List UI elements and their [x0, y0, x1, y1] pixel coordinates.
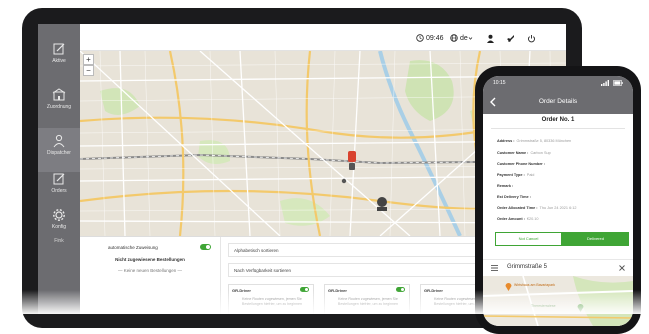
route-bar[interactable]: Grimmstraße 5	[483, 259, 633, 277]
sidebar-item-label: Orders	[51, 188, 67, 194]
power-button[interactable]	[527, 32, 536, 44]
sidebar-item-label: Dispatcher	[47, 150, 71, 156]
route-title: Grimmstraße 5	[507, 264, 548, 270]
zoom-out-button[interactable]: −	[83, 65, 94, 76]
close-icon[interactable]	[619, 265, 625, 271]
sidebar: Aktive Zuordnung Dispatcher Orders Konfi…	[38, 24, 80, 314]
field-label: Customer Phone Number :	[497, 162, 546, 166]
user-icon	[487, 34, 494, 43]
edit-icon	[53, 43, 65, 55]
field-payment: Payment Type : Paid	[497, 173, 534, 177]
field-value: Grimmstraße 5, 80336 München	[516, 139, 572, 143]
sidebar-item-label: Zuordnung	[46, 104, 72, 110]
clock-display: 09:46	[416, 32, 444, 44]
power-icon	[528, 34, 535, 42]
field-label: Est Delivery Time :	[497, 195, 531, 199]
order-details-title: Order Details	[538, 98, 578, 105]
field-address: Address : Grimmstraße 5, 80336 München	[497, 139, 571, 143]
sidebar-footer: Fink	[54, 238, 64, 244]
destination-marker[interactable]	[377, 197, 387, 211]
field-amount: Order Amount : €20.10	[497, 217, 539, 221]
field-phone: Customer Phone Number :	[497, 162, 547, 166]
location-dot	[341, 178, 347, 184]
language-selector[interactable]: de	[450, 32, 473, 44]
bottom-fade	[0, 290, 649, 314]
vehicle-marker[interactable]	[348, 151, 356, 170]
map-label-wirtshaus: Wirtshaus am Bavariapark	[514, 283, 556, 287]
rocket-icon	[507, 34, 514, 42]
language-code: de	[460, 34, 468, 42]
rocket-button[interactable]	[506, 32, 515, 44]
globe-icon	[450, 34, 458, 42]
phone-screen: 10:15 Order Details Order No. 1 Address …	[483, 76, 633, 326]
chevron-down-icon	[468, 36, 473, 40]
cancel-button[interactable]: Not Cancel	[495, 232, 562, 246]
field-delivery-time: Est Delivery Time :	[497, 195, 533, 199]
clock-icon	[416, 34, 424, 42]
field-label: Address :	[497, 139, 515, 143]
field-label: Order Amount :	[497, 217, 525, 221]
field-value: €20.10	[526, 217, 539, 221]
zoom-in-button[interactable]: +	[83, 54, 94, 65]
field-label: Customer Name :	[497, 151, 529, 155]
no-orders-text: — Keine neuen Bestellungen —	[117, 268, 183, 273]
sidebar-item-zuordnung[interactable]: Zuordnung	[38, 82, 80, 126]
person-icon	[53, 134, 65, 148]
field-remark: Remark :	[497, 184, 515, 188]
field-label: Remark :	[497, 184, 514, 188]
sidebar-item-label: Aktive	[52, 58, 66, 64]
clock-time: 09:46	[426, 34, 444, 42]
unassigned-title: Nicht zugewiesene Bestellungen	[115, 257, 185, 262]
status-time: 10:15	[493, 80, 506, 86]
field-value: Paid	[526, 173, 535, 177]
field-allocated-time: Order Allocated Time : Thu Jun 24 2021 6:…	[497, 206, 576, 210]
auto-assign-label: automatische Zuweisung	[108, 245, 158, 250]
sidebar-item-aktive[interactable]: Aktive	[38, 36, 80, 80]
field-customer-name: Customer Name : Carbon Sup	[497, 151, 551, 155]
building-icon	[52, 88, 66, 101]
order-number: Order No. 1	[541, 117, 575, 123]
signal-icon	[601, 80, 609, 86]
top-bar: 09:46 de	[80, 24, 566, 51]
user-button[interactable]	[486, 32, 495, 44]
divider	[491, 128, 625, 129]
battery-icon	[613, 80, 623, 86]
status-bar: 10:15	[483, 76, 633, 91]
delivered-button[interactable]: Delivered	[562, 232, 629, 246]
edit-icon	[53, 173, 65, 185]
menu-icon[interactable]	[491, 265, 498, 271]
gear-icon	[53, 209, 65, 221]
auto-assign-toggle[interactable]	[200, 244, 211, 250]
field-label: Payment Type :	[497, 173, 525, 177]
field-label: Order Allocated Time :	[497, 206, 538, 210]
field-value: Carbon Sup	[530, 151, 551, 155]
order-header: Order Details	[483, 91, 633, 114]
sidebar-item-label: Konfig	[51, 224, 67, 230]
field-value: Thu Jun 24 2021 6:12	[539, 206, 577, 210]
